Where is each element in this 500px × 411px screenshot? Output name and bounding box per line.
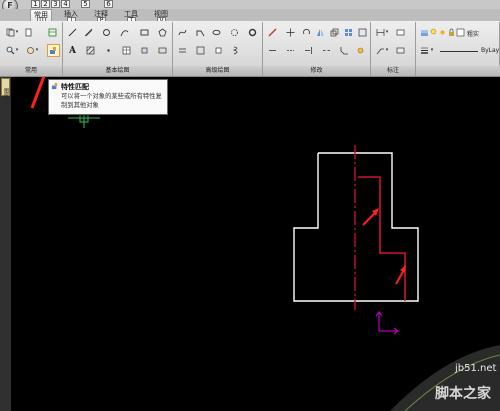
linear-dimension-icon[interactable]	[376, 28, 385, 37]
linetype-value[interactable]: ByLay	[481, 47, 499, 54]
trim-icon[interactable]	[286, 46, 295, 55]
quick-access-key-1[interactable]: 1	[31, 0, 40, 8]
array-icon[interactable]	[344, 28, 353, 37]
panel-properties-label	[416, 66, 500, 76]
scale-icon[interactable]	[330, 28, 339, 37]
spreadsheet-icon[interactable]	[48, 28, 57, 37]
offset-icon[interactable]	[358, 28, 367, 37]
helix-icon[interactable]	[232, 46, 241, 55]
layer-freeze-sun-icon[interactable]	[438, 28, 447, 37]
construction-line-icon[interactable]	[84, 28, 93, 37]
quick-access-key-5[interactable]: 5	[81, 0, 90, 8]
arc-icon[interactable]	[120, 28, 129, 37]
rotate-icon[interactable]	[302, 28, 311, 37]
tooltip-title: 特性匹配	[61, 83, 89, 91]
copy-clip-icon[interactable]	[6, 28, 15, 37]
title-strip	[0, 0, 500, 9]
region-icon[interactable]	[158, 46, 167, 55]
spline-icon[interactable]	[178, 28, 187, 37]
hatch-icon[interactable]	[86, 46, 95, 55]
dimension-style-icon[interactable]	[396, 28, 405, 37]
panel-basic-draw-label: 基本绘图	[63, 66, 172, 76]
tooltip-description: 可以将一个对象的某些或所有特性复制到其他对象	[61, 93, 162, 109]
block-icon[interactable]	[140, 46, 149, 55]
tolerance-icon[interactable]	[396, 46, 405, 55]
document-icon[interactable]	[24, 28, 33, 37]
panel-dimension-label: 标注	[371, 66, 415, 76]
layer-on-bulb-icon[interactable]	[429, 28, 438, 37]
mirror-icon[interactable]	[316, 28, 325, 37]
copy-clip-dropdown[interactable]: ▾	[15, 28, 19, 37]
linear-dimension-dropdown[interactable]: ▾	[385, 28, 389, 37]
panel-modify-label: 修改	[263, 66, 370, 76]
point-icon[interactable]	[104, 46, 113, 55]
ellipse-icon[interactable]	[212, 28, 221, 37]
pan-dropdown[interactable]: ▾	[35, 46, 39, 55]
current-layer-name[interactable]: 粗实	[467, 29, 479, 38]
erase-icon[interactable]	[268, 28, 277, 37]
watermark-url: jb51.net	[455, 363, 497, 374]
layer-color-swatch-icon	[456, 28, 465, 37]
line-icon[interactable]	[68, 28, 77, 37]
donut-icon[interactable]	[248, 28, 257, 37]
zoom-icon[interactable]	[6, 46, 15, 55]
quick-access-key-2[interactable]: 2	[41, 0, 50, 8]
wipeout-icon[interactable]	[214, 46, 223, 55]
layer-lock-icon[interactable]	[447, 28, 456, 37]
highlight-arrow-upper	[362, 208, 379, 226]
rectangle-icon[interactable]	[140, 28, 149, 37]
match-properties-icon[interactable]	[47, 44, 60, 57]
panel-advanced-draw-label: 高级绘图	[173, 66, 262, 76]
lineweight-icon[interactable]	[420, 46, 429, 55]
quick-access-key-6[interactable]: 6	[104, 0, 113, 8]
pan-icon[interactable]	[26, 46, 35, 55]
boundary-icon[interactable]	[196, 46, 205, 55]
ucs-icon	[375, 310, 400, 335]
move-icon[interactable]	[286, 28, 295, 37]
watermark-site-name: 脚本之家	[435, 386, 491, 402]
break-icon[interactable]	[322, 46, 331, 55]
revision-cloud-icon[interactable]	[230, 28, 239, 37]
multiline-icon[interactable]	[178, 46, 187, 55]
leader-icon[interactable]	[376, 46, 385, 55]
chamfer-icon[interactable]	[340, 46, 349, 55]
text-icon[interactable]: A	[68, 46, 77, 56]
panel-common-label: 常用	[0, 66, 62, 76]
quick-access-key-3[interactable]: 3	[51, 0, 60, 8]
table-icon[interactable]	[122, 46, 131, 55]
zoom-dropdown[interactable]: ▾	[15, 46, 19, 55]
circle-icon[interactable]	[102, 28, 111, 37]
quick-access-key-4[interactable]: 4	[61, 0, 70, 8]
leader-dropdown[interactable]: ▾	[385, 46, 389, 55]
explode-icon[interactable]	[356, 46, 365, 55]
linetype-preview	[440, 51, 478, 52]
polygon-icon[interactable]	[158, 28, 167, 37]
layer-properties-icon[interactable]	[420, 28, 429, 37]
extend-icon[interactable]	[304, 46, 313, 55]
stretch-icon[interactable]	[268, 46, 277, 55]
match-properties-tooltip-icon	[51, 82, 59, 90]
polyline-icon[interactable]	[196, 28, 205, 37]
lineweight-dropdown[interactable]: ▾	[430, 46, 434, 55]
